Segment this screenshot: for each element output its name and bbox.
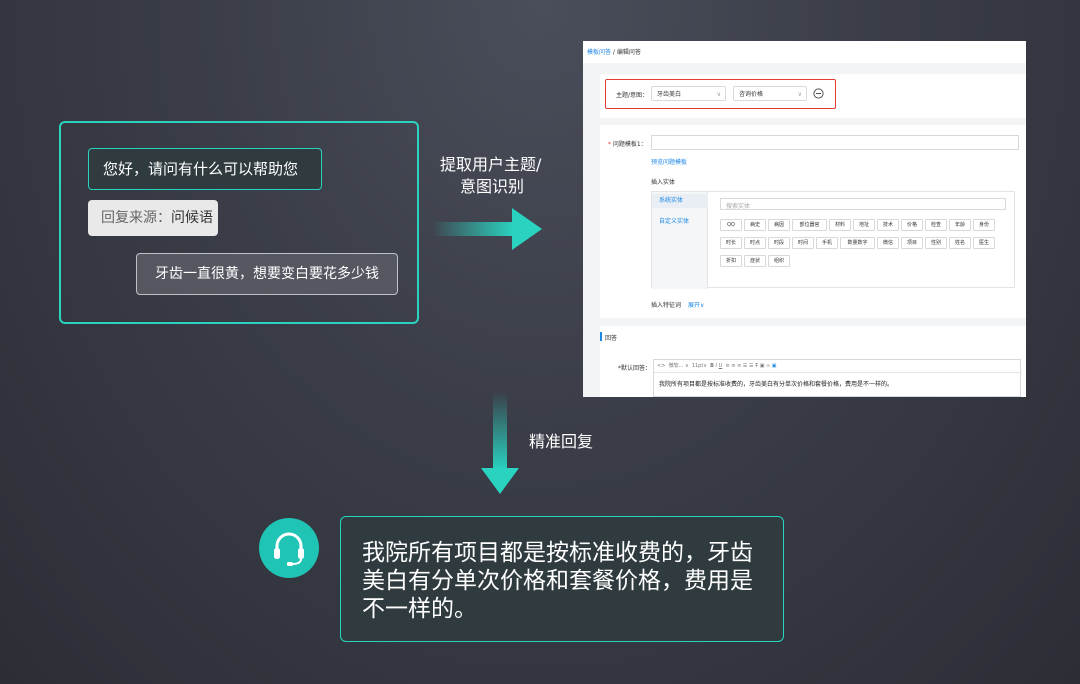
entity-chip[interactable]: 性别 — [925, 237, 947, 249]
bold-icon[interactable]: B — [710, 363, 714, 369]
topic-select[interactable]: 牙齿美白 ∨ — [651, 86, 726, 101]
link-icon[interactable]: ∞ — [766, 363, 770, 369]
question-label: 问题模板1： — [612, 141, 647, 148]
entity-chip[interactable]: 病史 — [744, 219, 766, 231]
default-answer-label: *默认回答： — [618, 365, 652, 372]
extract-label-line1: 提取用户主题/ — [440, 155, 542, 174]
bot-greeting-bubble: 您好，请问有什么可以帮助您的？ — [88, 148, 322, 218]
code-icon[interactable]: <> — [657, 363, 665, 369]
final-answer-line3: 不一样的。 — [362, 596, 477, 622]
entity-chip[interactable]: 价格 — [901, 219, 923, 231]
precise-reply-label: 精准回复 — [529, 432, 594, 451]
answer-editor[interactable]: <> 微软... ∨ 11pt∨ B I U ≡ ≡ ≡ ☰ ☰ T̶ ▣ ∞ … — [653, 359, 1022, 397]
entity-chip[interactable]: 微信 — [877, 237, 899, 249]
topic-select-value: 牙齿美白 — [657, 91, 682, 98]
insert-entity-label: 插入实体 — [651, 179, 676, 186]
question-input[interactable] — [651, 135, 1019, 150]
entity-chip[interactable]: 项目 — [901, 237, 923, 249]
entity-chip[interactable]: 检查 — [925, 219, 947, 231]
section-marker — [600, 332, 602, 341]
final-answer-box: 我院所有项目都是按标准收费的，牙齿 美白有分单次价格和套餐价格，费用是 不一样的… — [340, 516, 784, 642]
entity-tabs: 系统实体 自定义实体 — [652, 192, 708, 289]
question-section: * 问题模板1： 预览问题模板 插入实体 系统实体 自定义实体 搜索实体 QQ 病… — [600, 125, 1026, 318]
editor-toolbar: <> 微软... ∨ 11pt∨ B I U ≡ ≡ ≡ ☰ ☰ T̶ ▣ ∞ … — [654, 360, 1022, 373]
entity-chip[interactable]: 手机 — [816, 237, 838, 249]
variable-icon[interactable]: ▣ — [772, 363, 777, 369]
entity-chip[interactable]: 部位器官 — [792, 219, 827, 231]
chevron-down-icon: ∨ — [716, 91, 721, 98]
reply-source-value: 问候语 — [171, 210, 213, 226]
breadcrumb-link[interactable]: 模板问答 — [587, 49, 611, 56]
size-select[interactable]: 11pt — [692, 363, 704, 369]
intent-select[interactable]: 咨询价格 ∨ — [733, 86, 807, 101]
preview-template-link[interactable]: 预览问题模板 — [651, 157, 687, 166]
entity-chip[interactable]: 材料 — [829, 219, 851, 231]
entity-search-input[interactable]: 搜索实体 — [720, 198, 1006, 210]
tab-custom-entity[interactable]: 自定义实体 — [659, 216, 689, 225]
headset-icon — [274, 532, 304, 566]
entity-chip[interactable]: 数量数字 — [840, 237, 875, 249]
entity-chip[interactable]: 组织 — [768, 255, 790, 267]
entity-chip[interactable]: 病因 — [768, 219, 790, 231]
support-avatar — [259, 518, 319, 578]
font-select[interactable]: 微软... — [669, 363, 684, 369]
extract-label: 提取用户主题/ 意图识别 — [440, 154, 541, 198]
entity-chip[interactable]: 时段 — [768, 237, 790, 249]
breadcrumb: 模板问答 / 编辑问答 — [583, 41, 1026, 63]
breadcrumb-current: 编辑问答 — [616, 49, 641, 56]
user-message-bubble: 牙齿一直很黄，想要变白要花多少钱 — [136, 253, 398, 295]
entity-chip[interactable]: 地址 — [853, 219, 875, 231]
entity-chip[interactable]: 姓名 — [949, 237, 971, 249]
answer-section: 回答 *默认回答： <> 微软... ∨ 11pt∨ B I U ≡ ≡ ≡ ☰… — [600, 326, 1026, 397]
entity-chip[interactable]: 时点 — [744, 237, 766, 249]
align-center-icon[interactable]: ≡ — [731, 363, 735, 369]
chevron-down-icon: ∨ — [797, 91, 802, 98]
expand-label: 展开 — [688, 302, 701, 309]
entity-chip[interactable]: 技术 — [877, 219, 899, 231]
extract-label-line2: 意图识别 — [460, 177, 525, 196]
expand-link[interactable]: 展开∨ — [688, 300, 704, 309]
down-arrow-icon — [481, 392, 519, 494]
align-left-icon[interactable]: ≡ — [725, 363, 729, 369]
topic-label: 主题/意图： — [616, 92, 649, 99]
final-answer-line1: 我院所有项目都是按标准收费的，牙齿 — [362, 540, 753, 566]
entity-chip[interactable]: 年龄 — [949, 219, 971, 231]
italic-icon[interactable]: I — [716, 363, 717, 369]
chat-panel: 您好，请问有什么可以帮助您的？ 回复来源：问候语 牙齿一直很黄，想要变白要花多少… — [59, 121, 419, 324]
entity-chip[interactable]: 时长 — [720, 237, 742, 249]
topic-section: 主题/意图： 牙齿美白 ∨ 咨询价格 ∨ — [600, 74, 1026, 118]
entity-chip[interactable]: 身份 — [973, 219, 995, 231]
entity-search-placeholder: 搜索实体 — [726, 203, 751, 210]
entity-chip[interactable]: 医生 — [973, 237, 995, 249]
ordered-list-icon[interactable]: ☰ — [749, 363, 753, 369]
entity-chip[interactable]: 折扣 — [720, 255, 742, 267]
reply-source-tag: 回复来源：问候语 — [88, 200, 218, 236]
answer-editor-text: 我院所有项目都是按标准收费的，牙齿美白有分单次价格和套餐价格，费用是不一样的。 — [659, 381, 894, 388]
entity-chip[interactable]: 时间 — [792, 237, 814, 249]
entity-chip[interactable]: 症状 — [744, 255, 766, 267]
clear-format-icon[interactable]: T̶ — [755, 363, 758, 369]
answer-section-title: 回答 — [605, 335, 618, 342]
admin-screenshot: 模板问答 / 编辑问答 主题/意图： 牙齿美白 ∨ 咨询价格 ∨ * 问题模板1： … — [583, 41, 1026, 397]
intent-select-value: 咨询价格 — [739, 91, 764, 98]
underline-icon[interactable]: U — [719, 363, 723, 369]
insert-feature-label: 插入特征词 — [651, 302, 682, 309]
minus-circle-icon[interactable] — [813, 88, 824, 99]
reply-source-label: 回复来源： — [101, 210, 171, 226]
image-icon[interactable]: ▣ — [760, 363, 765, 369]
entity-panel: 系统实体 自定义实体 搜索实体 QQ 病史 病因 部位器官 材料 地址 技术 价格 检查 年龄 身份… — [651, 191, 1015, 289]
final-answer-line2: 美白有分单次价格和套餐价格，费用是 — [362, 568, 753, 594]
align-right-icon[interactable]: ≡ — [737, 363, 741, 369]
list-icon[interactable]: ☰ — [743, 363, 747, 369]
tab-system-entity[interactable]: 系统实体 — [652, 194, 708, 208]
entity-chip[interactable]: QQ — [720, 219, 742, 231]
right-arrow-icon — [432, 208, 542, 250]
